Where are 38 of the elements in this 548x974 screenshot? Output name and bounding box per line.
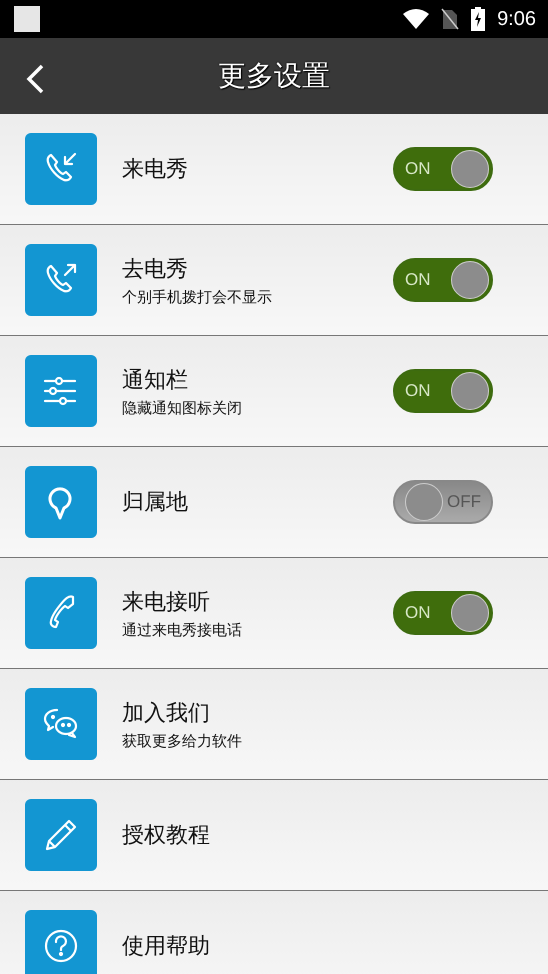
- setting-title: 来电秀: [122, 156, 188, 184]
- settings-row[interactable]: 通知栏 隐藏通知图标关闭 ON: [0, 336, 548, 447]
- incoming-call-icon: [25, 133, 97, 205]
- setting-subtitle: 隐藏通知图标关闭: [122, 398, 242, 418]
- setting-title: 去电秀: [122, 256, 189, 284]
- chat-bubbles-icon: [25, 688, 97, 760]
- wifi-icon: [403, 9, 430, 29]
- sliders-icon: [25, 355, 97, 427]
- setting-subtitle: 通过来电秀接电话: [122, 620, 242, 640]
- settings-row[interactable]: 归属地 OFF: [0, 447, 548, 558]
- setting-subtitle: 获取更多给力软件: [122, 732, 242, 750]
- toggle-switch[interactable]: ON: [393, 258, 493, 302]
- setting-title: 使用帮助: [122, 933, 210, 961]
- no-sim-icon: [441, 8, 460, 30]
- settings-row[interactable]: 来电接听 通过来电秀接电话 ON: [0, 558, 548, 669]
- battery-charging-icon: [471, 7, 486, 31]
- settings-row[interactable]: 授权教程: [0, 780, 548, 891]
- toggle-switch[interactable]: ON: [393, 147, 493, 191]
- toggle-switch[interactable]: ON: [393, 369, 493, 413]
- page-title: 更多设置: [218, 58, 330, 94]
- outgoing-call-icon: [25, 244, 97, 316]
- setting-title: 授权教程: [122, 822, 210, 850]
- settings-row[interactable]: 使用帮助: [0, 891, 548, 974]
- settings-row[interactable]: 去电秀 个别手机拨打会不显示 ON: [0, 225, 548, 336]
- setting-title: 加入我们: [122, 700, 211, 728]
- settings-row[interactable]: 来电秀 ON: [0, 114, 548, 225]
- setting-title: 通知栏: [122, 366, 189, 394]
- toggle-switch[interactable]: ON: [393, 591, 493, 635]
- setting-title: 归属地: [122, 489, 188, 517]
- setting-subtitle: 个别手机拨打会不显示: [122, 288, 272, 306]
- pencil-icon: [25, 799, 97, 871]
- help-icon: [25, 910, 97, 974]
- status-time: 9:06: [497, 8, 536, 30]
- notification-icon: [14, 6, 40, 32]
- phone-handset-icon: [25, 577, 97, 649]
- settings-row[interactable]: 加入我们 获取更多给力软件: [0, 669, 548, 780]
- location-pin-icon: [25, 466, 97, 538]
- setting-title: 来电接听: [122, 588, 211, 616]
